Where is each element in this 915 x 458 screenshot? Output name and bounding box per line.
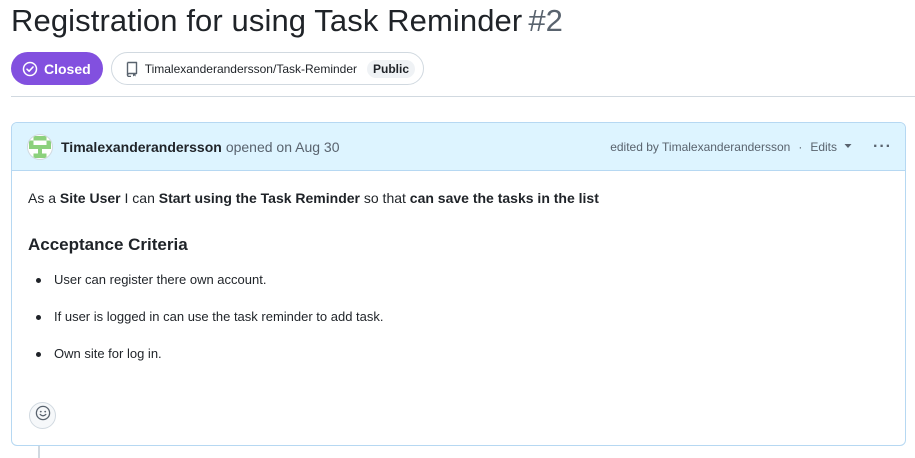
list-item: Own site for log in. [36,344,889,364]
repo-name: Timalexanderandersson/Task-Reminder [144,61,358,76]
list-item-text: If user is logged in can use the task re… [54,309,384,324]
list-item-text: User can register there own account. [54,272,267,287]
issue-title-row: Registration for using Task Reminder #2 [11,3,563,39]
repo-link[interactable]: Timalexanderandersson/Task-Reminder Publ… [110,52,425,85]
user-story: As a Site User I can Start using the Tas… [28,188,889,208]
comment-options-button[interactable]: ··· [873,138,892,156]
issue-number: #2 [528,3,563,38]
issue-meta-row: Closed Timalexanderandersson/Task-Remind… [11,52,425,85]
story-goal: Start using the Task Reminder [158,190,360,206]
comment-opened-date: opened on Aug 30 [225,138,340,155]
bullet-icon [36,351,41,357]
list-item: If user is logged in can use the task re… [36,307,889,327]
list-item-text: Own site for log in. [54,346,162,361]
issue-title: Registration for using Task Reminder [11,3,523,38]
separator-dot: · [798,139,803,154]
story-text: I can [120,190,159,206]
comment-author[interactable]: Timalexanderandersson [61,139,222,155]
story-text: As a [28,190,60,206]
acceptance-criteria-list: User can register there own account. If … [28,270,889,364]
edits-dropdown[interactable]: Edits [810,140,853,154]
author-avatar[interactable] [27,133,53,160]
add-reaction-button[interactable] [29,402,56,429]
triangle-down-icon [843,140,853,154]
edits-label: Edits [810,139,838,154]
comment-header: Timalexanderandersson opened on Aug 30 e… [12,123,905,171]
state-badge-closed: Closed [11,52,103,85]
state-label: Closed [44,60,91,77]
comment-body: As a Site User I can Start using the Tas… [12,171,905,364]
smiley-icon [35,405,51,426]
edited-by-text: edited by Timalexanderandersson [610,139,791,154]
header-divider [11,96,915,97]
issue-comment: Timalexanderandersson opened on Aug 30 e… [11,122,906,446]
list-item: User can register there own account. [36,270,889,290]
bullet-icon [36,277,41,283]
bullet-icon [36,314,41,320]
story-benefit: can save the tasks in the list [409,190,599,206]
acceptance-criteria-heading: Acceptance Criteria [28,235,188,254]
visibility-label: Public [367,59,416,78]
timeline-line [38,446,40,458]
repo-icon [125,61,141,77]
story-text: so that [359,190,410,206]
story-role: Site User [59,190,121,206]
identicon-icon [29,135,51,158]
check-circle-icon [22,61,38,77]
